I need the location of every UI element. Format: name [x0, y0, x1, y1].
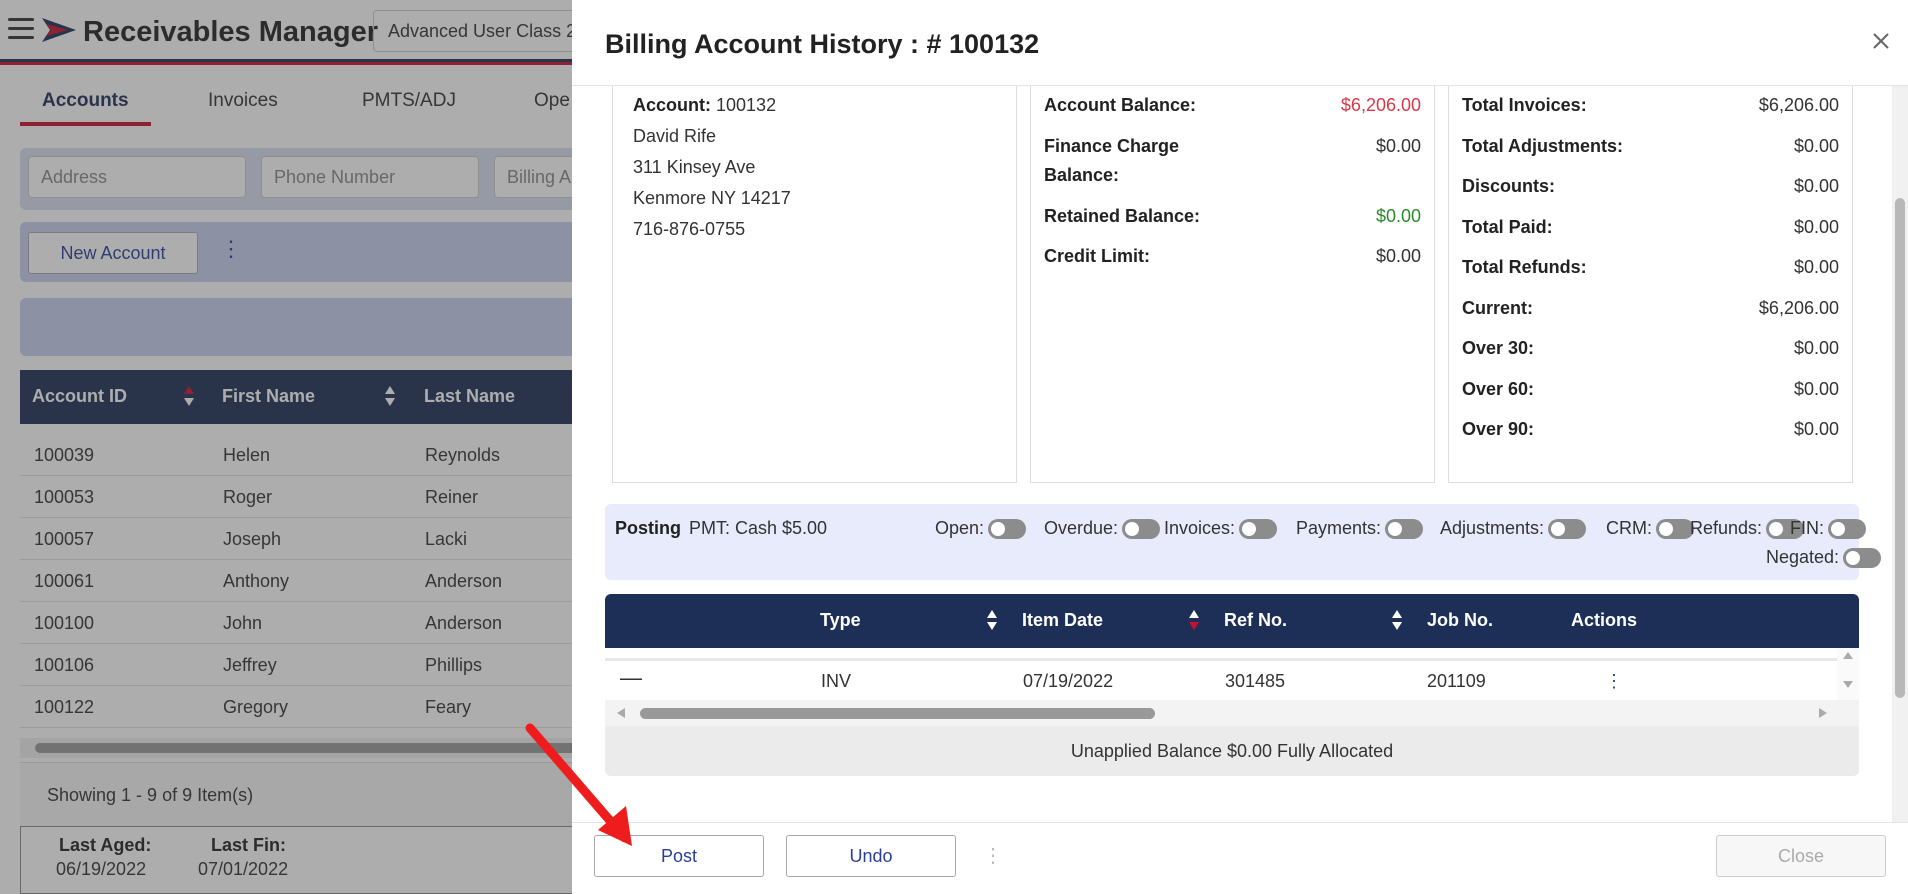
over-90-value: $0.00 [1793, 419, 1839, 439]
toggle-refunds[interactable]: Refunds: [1690, 518, 1805, 540]
toggle-invoices[interactable]: Invoices: [1164, 518, 1278, 540]
total-refunds-value: $0.00 [1793, 257, 1839, 277]
posting-bar: Posting PMT: Cash $5.00 Open: Overdue: I… [605, 504, 1882, 580]
column-type[interactable]: Type [820, 610, 861, 631]
retained-balance-label: Retained Balance: [1044, 206, 1201, 226]
account-phone: 716-876-0755 [633, 219, 746, 239]
modal-scroll-thumb[interactable] [1895, 198, 1905, 698]
toggle-fin[interactable]: FIN: [1790, 518, 1866, 540]
column-ref-no[interactable]: Ref No. [1224, 610, 1287, 631]
over-60-label: Over 60: [1462, 379, 1535, 399]
current-value: $6,206.00 [1758, 298, 1839, 318]
over-30-value: $0.00 [1793, 338, 1839, 358]
toggle-switch[interactable] [1239, 519, 1278, 540]
modal-title: Billing Account History : # 100132 [605, 29, 1040, 59]
retained-balance-value: $0.00 [1375, 206, 1421, 226]
total-paid-value: $0.00 [1793, 217, 1839, 237]
posting-label: Posting [615, 518, 681, 538]
unapplied-balance-status: Unapplied Balance $0.00 Fully Allocated [605, 726, 1859, 776]
total-paid-label: Total Paid: [1462, 217, 1553, 237]
toggle-overdue[interactable]: Overdue: [1044, 518, 1161, 540]
finance-charge-value: $0.00 [1375, 136, 1421, 156]
account-card: Account: 100132 David Rife 311 Kinsey Av… [612, 86, 1017, 483]
modal-vertical-scrollbar[interactable] [1892, 86, 1908, 822]
close-icon[interactable] [1866, 26, 1896, 56]
table-row[interactable]: — INV 07/19/2022 301485 201109 ⋮ [605, 658, 1837, 700]
account-label: Account: [633, 95, 711, 115]
toggle-open[interactable]: Open: [935, 518, 1027, 540]
toggle-switch[interactable] [1548, 519, 1587, 540]
modal-footer: Post Undo ⋮ Close [572, 822, 1908, 894]
column-actions: Actions [1571, 610, 1638, 630]
account-balance-label: Account Balance: [1044, 95, 1197, 115]
scroll-left-icon[interactable] [615, 707, 627, 719]
sort-icon[interactable] [1188, 608, 1200, 632]
over-60-value: $0.00 [1793, 379, 1839, 399]
sort-icon[interactable] [986, 608, 998, 632]
account-balance-value: $6,206.00 [1340, 95, 1421, 115]
total-invoices-value: $6,206.00 [1758, 95, 1839, 115]
items-scroll-thumb[interactable] [640, 708, 1155, 719]
totals-card: Total Invoices: $6,206.00 Total Adjustme… [1448, 86, 1853, 483]
column-job-no[interactable]: Job No. [1427, 610, 1493, 631]
toggle-switch[interactable] [1828, 519, 1866, 540]
undo-button[interactable]: Undo [786, 835, 956, 877]
credit-limit-value: $0.00 [1375, 246, 1421, 266]
items-vertical-scrollbar[interactable] [1837, 648, 1859, 700]
item-type: INV [821, 671, 852, 691]
collapse-icon[interactable]: — [620, 665, 642, 691]
account-number: 100132 [716, 95, 777, 115]
discounts-label: Discounts: [1462, 176, 1556, 196]
items-grid-header: Type Item Date Ref No. Job No. Actions [605, 594, 1859, 648]
item-job-no: 201109 [1427, 671, 1486, 691]
item-date: 07/19/2022 [1023, 671, 1114, 691]
column-item-date[interactable]: Item Date [1022, 610, 1103, 631]
toggle-adjustments[interactable]: Adjustments: [1440, 518, 1587, 540]
over-90-label: Over 90: [1462, 419, 1535, 439]
modal-header: Billing Account History : # 100132 [572, 0, 1908, 86]
toggle-switch[interactable] [1122, 519, 1161, 540]
row-actions-icon[interactable]: ⋮ [1605, 671, 1623, 692]
more-options-icon[interactable]: ⋮ [983, 843, 1003, 868]
discounts-value: $0.00 [1793, 176, 1839, 196]
over-30-label: Over 30: [1462, 338, 1535, 358]
toggle-switch[interactable] [1843, 548, 1882, 569]
toggle-crm[interactable]: CRM: [1606, 518, 1694, 540]
toggle-switch[interactable] [988, 519, 1027, 540]
item-ref-no: 301485 [1225, 671, 1286, 691]
total-invoices-label: Total Invoices: [1462, 95, 1587, 115]
balances-card: Account Balance: $6,206.00 Finance Charg… [1030, 86, 1435, 483]
billing-history-modal: Billing Account History : # 100132 Accou… [572, 0, 1908, 894]
account-street: 311 Kinsey Ave [633, 157, 756, 177]
toggle-switch[interactable] [1385, 519, 1424, 540]
posting-value: PMT: Cash $5.00 [689, 518, 828, 538]
finance-charge-label-2: Balance: [1044, 165, 1120, 185]
post-button[interactable]: Post [594, 835, 764, 877]
scroll-right-icon[interactable] [1817, 707, 1829, 719]
account-city: Kenmore NY 14217 [633, 188, 791, 208]
sort-icon[interactable] [1391, 608, 1403, 632]
total-adjustments-value: $0.00 [1793, 136, 1839, 156]
toggle-negated[interactable]: Negated: [1766, 547, 1882, 569]
toggle-switch[interactable] [1656, 519, 1694, 540]
credit-limit-label: Credit Limit: [1044, 246, 1150, 266]
total-refunds-label: Total Refunds: [1462, 257, 1587, 277]
close-button[interactable]: Close [1716, 835, 1886, 877]
items-horizontal-scrollbar[interactable] [605, 700, 1859, 726]
total-adjustments-label: Total Adjustments: [1462, 136, 1623, 156]
account-name: David Rife [633, 126, 717, 146]
finance-charge-label: Finance Charge [1044, 136, 1180, 156]
current-label: Current: [1462, 298, 1533, 318]
toggle-payments[interactable]: Payments: [1296, 518, 1424, 540]
